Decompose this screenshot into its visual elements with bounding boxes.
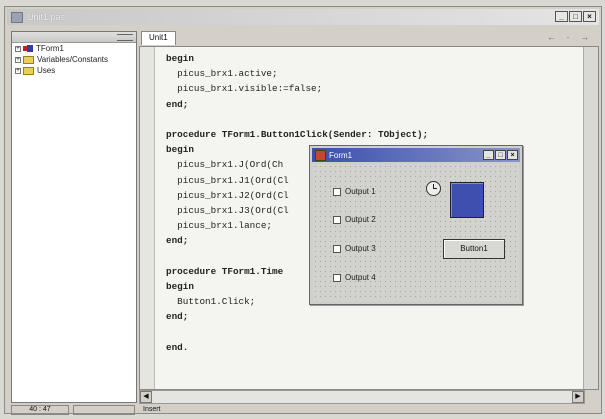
form1-minimize-button[interactable]: _ — [483, 150, 494, 160]
checkbox-box[interactable] — [333, 215, 341, 224]
folder-icon — [23, 66, 34, 75]
checkbox-box[interactable] — [333, 273, 341, 282]
form-app-icon — [315, 149, 326, 161]
status-bar: 40 : 47 Insert — [11, 405, 599, 415]
tree-item-label: Variables/Constants — [37, 55, 108, 64]
code-explorer-tree: + TForm1 + Variables/Constants + Uses — [12, 43, 136, 76]
form-icon — [23, 44, 33, 53]
insert-mode: Insert — [143, 406, 161, 413]
tree-item[interactable]: + Variables/Constants — [12, 54, 136, 65]
code-line[interactable]: end. — [166, 340, 428, 355]
scroll-left-icon[interactable]: ◀ — [140, 391, 152, 403]
scroll-right-icon[interactable]: ▶ — [572, 391, 584, 403]
expand-icon[interactable]: + — [15, 45, 21, 52]
grip-icon[interactable] — [117, 34, 133, 41]
checkbox-label: Output 3 — [345, 244, 376, 253]
unit-file-icon — [11, 11, 23, 23]
ide-title-bar[interactable]: Unit1.pas _ □ × — [7, 9, 599, 25]
code-line[interactable]: begin — [166, 51, 428, 66]
checkbox-box[interactable] — [333, 187, 341, 196]
code-line[interactable]: end; — [166, 309, 428, 324]
form1-title: Form1 — [329, 150, 353, 160]
code-line[interactable]: picus_brx1.active; — [166, 66, 428, 81]
tree-item[interactable]: + TForm1 — [12, 43, 136, 54]
checkbox-box[interactable] — [333, 244, 341, 253]
code-explorer-header — [12, 32, 136, 43]
output3-checkbox[interactable]: Output 3 — [333, 244, 376, 253]
modified-indicator — [73, 405, 135, 415]
code-line[interactable]: procedure TForm1.Button1Click(Sender: TO… — [166, 127, 428, 142]
minimize-button[interactable]: _ — [555, 11, 568, 22]
button1[interactable]: Button1 — [443, 239, 505, 259]
nav-arrows[interactable]: ← · → — [547, 32, 593, 42]
tab-unit1[interactable]: Unit1 — [141, 31, 176, 45]
tree-item[interactable]: + Uses — [12, 65, 136, 76]
editor-gutter — [140, 47, 155, 389]
code-line[interactable] — [166, 112, 428, 127]
output4-checkbox[interactable]: Output 4 — [333, 273, 376, 282]
form1-client-area: Output 1 Output 2 Output 3 Output 4 Butt… — [313, 164, 519, 301]
tree-item-label: TForm1 — [36, 44, 64, 53]
cursor-position: 40 : 47 — [11, 405, 69, 415]
shape-component[interactable] — [450, 182, 484, 218]
code-line[interactable] — [166, 325, 428, 340]
code-line[interactable]: picus_brx1.visible:=false; — [166, 81, 428, 96]
folder-icon — [23, 55, 34, 64]
code-line[interactable]: end; — [166, 97, 428, 112]
code-explorer-panel: + TForm1 + Variables/Constants + Uses — [11, 31, 137, 403]
expand-icon[interactable]: + — [15, 67, 21, 74]
output2-checkbox[interactable]: Output 2 — [333, 215, 376, 224]
tree-item-label: Uses — [37, 66, 56, 75]
form1-close-button[interactable]: × — [507, 150, 518, 160]
close-button[interactable]: × — [583, 11, 596, 22]
form1-window[interactable]: Form1 _ □ × Output 1 Output 2 Output 3 O… — [309, 145, 523, 305]
form1-title-bar[interactable]: Form1 _ □ × — [312, 148, 520, 162]
checkbox-label: Output 1 — [345, 187, 376, 196]
expand-icon[interactable]: + — [15, 56, 21, 63]
form1-maximize-button[interactable]: □ — [495, 150, 506, 160]
ide-title: Unit1.pas — [27, 12, 66, 22]
output1-checkbox[interactable]: Output 1 — [333, 187, 376, 196]
maximize-button[interactable]: □ — [569, 11, 582, 22]
vertical-scrollbar[interactable] — [583, 47, 598, 389]
checkbox-label: Output 4 — [345, 273, 376, 282]
checkbox-label: Output 2 — [345, 215, 376, 224]
horizontal-scrollbar[interactable]: ◀ ▶ — [139, 390, 585, 404]
editor-tabs: Unit1 ← · → — [139, 31, 599, 45]
timer-icon[interactable] — [426, 181, 441, 196]
